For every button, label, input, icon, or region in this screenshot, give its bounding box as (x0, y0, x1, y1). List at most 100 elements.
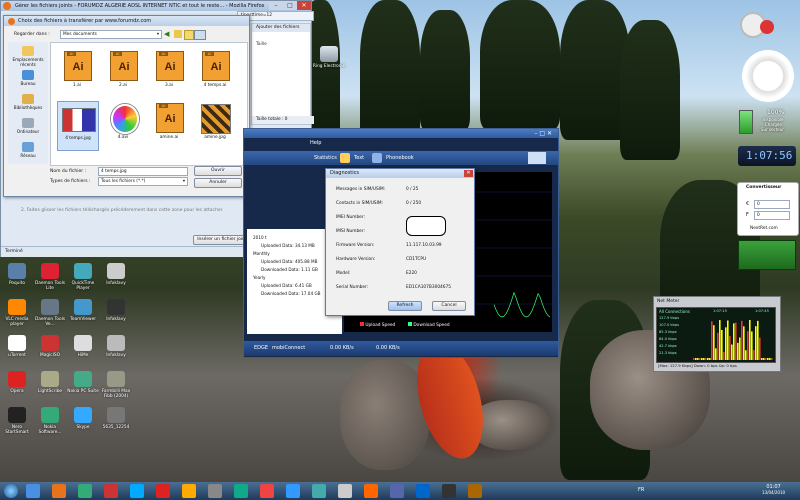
tree-leaf[interactable]: Downloaded Data: 17.04 GB (261, 291, 321, 296)
start-button[interactable] (4, 484, 18, 498)
new-folder-icon[interactable] (184, 30, 194, 40)
diagnostics-title-bar[interactable]: Diagnostics ✕ (326, 169, 474, 178)
flower-clock-gadget[interactable] (742, 50, 794, 102)
file-item[interactable]: amine.jpg (195, 101, 235, 149)
file-item[interactable]: 4.avi (103, 101, 143, 149)
taskbar-app-icon[interactable] (312, 484, 326, 498)
taskbar-app-icon[interactable] (286, 484, 300, 498)
open-button[interactable]: Ouvrir (194, 166, 242, 176)
tree-node[interactable]: 2010 t (253, 235, 267, 240)
language-indicator[interactable]: FR (638, 487, 644, 493)
taskbar-app-icon[interactable] (234, 484, 248, 498)
file-item[interactable]: 4 temps.jpg (57, 101, 99, 151)
taskbar-app-icon[interactable] (104, 484, 118, 498)
text-tab[interactable]: Text (354, 155, 364, 161)
place-item[interactable]: Emplacements récents (8, 46, 48, 67)
file-item[interactable]: Ai Ai 1.ai (57, 49, 97, 97)
place-item[interactable]: Ordinateur (8, 118, 48, 134)
diag-cancel-button[interactable]: Cancel (432, 301, 466, 311)
close-icon[interactable]: ✕ (464, 170, 473, 177)
taskbar-app-icon[interactable] (260, 484, 274, 498)
taskbar-app-icon[interactable] (156, 484, 170, 498)
file-item[interactable]: Ai Ai amine.ai (149, 101, 189, 149)
file-name: amine.jpg (204, 135, 226, 140)
taskbar-app-icon[interactable] (468, 484, 482, 498)
desktop-icon[interactable]: Poquito (0, 263, 34, 286)
tree-leaf[interactable]: Uploaded Data: 6.41 GB (261, 283, 312, 288)
tree-leaf[interactable]: Uploaded Data: 405.88 MB (261, 259, 317, 264)
taskbar-app-icon[interactable] (338, 484, 352, 498)
tree-node[interactable]: Monthly (253, 251, 270, 256)
desktop-icon[interactable]: Nokia Software... (33, 407, 67, 435)
desktop-icon[interactable]: QuickTime Player (66, 263, 100, 291)
phonebook-tab[interactable]: Phonebook (386, 155, 414, 161)
desktop-icon[interactable]: Nokia PC Suite (66, 371, 100, 394)
refresh-button[interactable]: Refresh (388, 301, 422, 311)
file-item[interactable]: Ai Ai 4 temps.ai (195, 49, 235, 97)
desktop-icon[interactable]: Farmbilli Max Fibb (2004) (99, 371, 133, 399)
help-menu[interactable]: Help (310, 140, 321, 146)
close-button[interactable]: ✕ (297, 1, 311, 10)
taskbar-clock[interactable]: 01:07 13/04/2010 (762, 484, 785, 495)
desktop-icon[interactable]: uTorrent (0, 335, 34, 358)
taskbar-app-icon[interactable] (52, 484, 66, 498)
desktop-icon[interactable]: Nero StartSmart (0, 407, 34, 435)
place-item[interactable]: Bibliothèques (8, 94, 48, 110)
firefox-title-bar[interactable]: Gérer les fichiers joints - FORUMDZ ALGE… (1, 1, 311, 11)
scale-label: 127.9 kbps (659, 316, 679, 320)
taskbar-app-icon[interactable] (78, 484, 92, 498)
desktop-icon[interactable]: 5635_12254 (99, 407, 133, 430)
desktop-icon[interactable]: Daemon Tools Ve... (33, 299, 67, 327)
filename-field[interactable]: 4 temps.jpg (98, 167, 188, 176)
currency-input-2[interactable]: 0 (754, 211, 790, 220)
up-folder-icon[interactable] (174, 30, 182, 38)
dialog-title-bar[interactable]: Choix des fichiers à transférer par www.… (4, 16, 249, 26)
taskbar-app-icon[interactable] (364, 484, 378, 498)
taskbar-app-icon[interactable] (208, 484, 222, 498)
illustrator-file-icon: Ai Ai (202, 51, 230, 81)
desktop-icon[interactable]: MagicISO (33, 335, 67, 358)
taskbar-app-icon[interactable] (442, 484, 456, 498)
taskbar-app-icon[interactable] (390, 484, 404, 498)
mobile-connect-title-bar[interactable]: – □ ✕ (244, 129, 558, 138)
place-icon (22, 70, 34, 80)
look-in-select[interactable]: Mes documents ▾ (60, 30, 162, 39)
traffic-bar (729, 335, 731, 360)
currency-input-1[interactable]: 0 (754, 200, 790, 209)
cancel-button[interactable]: Annuler (194, 178, 242, 188)
desktop-icon[interactable]: Infoklavy (99, 263, 133, 286)
place-item[interactable]: Bureau (8, 70, 48, 86)
filetype-select[interactable]: Tous les fichiers (*.*) ▾ (98, 177, 188, 186)
download-trace (493, 291, 551, 318)
desktop-icon[interactable]: Opera (0, 371, 34, 394)
statistics-tab[interactable]: Statistics (314, 155, 337, 161)
desktop-icon[interactable]: Skype (66, 407, 100, 430)
desktop-icon[interactable]: VLC media player (0, 299, 34, 327)
maximize-button[interactable]: □ (283, 1, 297, 10)
desktop-icon[interactable]: TeamViewer (66, 299, 100, 322)
taskbar-app-icon[interactable] (416, 484, 430, 498)
nvidia-gadget[interactable] (738, 240, 796, 270)
converter-site[interactable]: NextRet.com (750, 226, 778, 231)
desktop-icon[interactable]: Daemon Tools Lite (33, 263, 67, 291)
desktop-icon[interactable]: LightScribe (33, 371, 67, 394)
desktop-icon-top[interactable]: Ring Electronic (312, 46, 346, 69)
tree-node[interactable]: Yearly (253, 275, 266, 280)
ring-gadget[interactable] (732, 8, 782, 48)
taskbar-app-icon[interactable] (182, 484, 196, 498)
desktop-icon[interactable]: Infoklavy (99, 335, 133, 358)
filetype-label: Types de fichiers : (50, 179, 91, 184)
taskbar-app-icon[interactable] (130, 484, 144, 498)
desktop-icon[interactable]: HiMe (66, 335, 100, 358)
place-item[interactable]: Réseau (8, 142, 48, 158)
file-item[interactable]: Ai Ai 2.ai (103, 49, 143, 97)
desktop-icon[interactable]: Infoklavy (99, 299, 133, 322)
view-menu-icon[interactable] (194, 30, 206, 40)
window-controls[interactable]: – □ ✕ (534, 130, 552, 137)
tree-leaf[interactable]: Uploaded Data: 34.13 MB (261, 243, 315, 248)
taskbar-app-icon[interactable] (26, 484, 40, 498)
tree-leaf[interactable]: Downloaded Data: 1.11 GB (261, 267, 318, 272)
back-icon[interactable]: ◀ (164, 30, 172, 38)
minimize-button[interactable]: – (269, 1, 283, 10)
file-item[interactable]: Ai Ai 3.ai (149, 49, 189, 97)
